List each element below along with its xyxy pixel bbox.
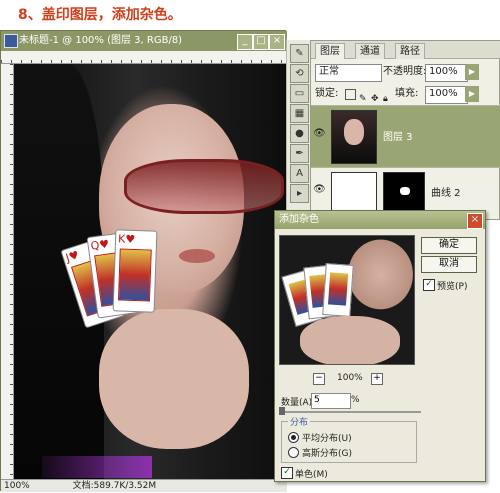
dialog-title-bar[interactable]: 添加杂色 × — [275, 211, 485, 229]
uniform-label: 平均分布(U) — [302, 434, 352, 444]
layer-name: 图层 3 — [383, 132, 413, 143]
purple-overlay — [42, 456, 152, 478]
tab-channels[interactable]: 通道 — [355, 43, 385, 59]
ok-button[interactable]: 确定 — [421, 237, 477, 254]
opacity-label: 不透明度: — [383, 66, 427, 77]
document-size: 文档:589.7K/3.52M — [72, 481, 157, 491]
pen-icon[interactable]: ✒ — [290, 144, 309, 163]
add-noise-dialog: 添加杂色 × 确定 取消 ✓ 预览(P) − 100% + 数量(A): 5 %… — [274, 210, 486, 482]
hand — [300, 316, 400, 364]
tab-paths[interactable]: 路径 — [395, 43, 425, 59]
zoom-in-icon[interactable]: + — [371, 373, 383, 385]
photoshop-app-icon — [4, 34, 18, 48]
image-canvas[interactable]: J♥ Q♥ K♥ — [14, 64, 286, 479]
cancel-button[interactable]: 取消 — [421, 256, 477, 273]
eraser-icon[interactable]: ▭ — [290, 84, 309, 103]
amount-slider-track[interactable] — [281, 411, 421, 413]
zoom-value: 100% — [337, 373, 363, 383]
blend-mode-select[interactable]: 正常 — [315, 64, 382, 82]
filter-preview[interactable] — [279, 235, 415, 365]
tab-layers[interactable]: 图层 — [315, 43, 345, 59]
opacity-input[interactable]: 100% — [425, 64, 468, 82]
playing-card — [322, 263, 354, 317]
monochromatic-checkbox[interactable]: ✓ — [281, 467, 293, 479]
uniform-radio[interactable] — [288, 432, 299, 443]
opacity-arrow-icon[interactable]: ▶ — [465, 64, 479, 80]
fill-label: 填充: — [395, 88, 419, 99]
amount-unit: % — [351, 395, 360, 405]
type-icon[interactable]: A — [290, 164, 309, 183]
maximize-icon[interactable]: □ — [253, 34, 269, 50]
layer-name: 曲线 2 — [431, 188, 461, 199]
zoom-readout[interactable]: 100% — [4, 481, 30, 491]
layer-mask-thumbnail — [383, 172, 425, 214]
panel-tabs: 图层 通道 路径 — [311, 41, 500, 59]
path-select-icon[interactable]: ▸ — [290, 184, 309, 203]
dialog-title: 添加杂色 — [279, 214, 319, 225]
close-icon[interactable]: × — [269, 34, 285, 50]
distribution-label: 分布 — [288, 415, 311, 428]
preview-checkbox[interactable]: ✓ — [423, 279, 435, 291]
layer-row[interactable]: 👁︎ 图层 3 — [311, 105, 500, 167]
distribution-group: 分布 平均分布(U) 高斯分布(G) — [281, 415, 417, 463]
dodge-icon[interactable]: ● — [290, 124, 309, 143]
minimize-icon[interactable]: _ — [237, 34, 253, 50]
vertical-ruler — [1, 64, 14, 479]
brush-icon[interactable]: ✎ — [290, 44, 309, 63]
monochromatic-label: 单色(M) — [295, 470, 328, 480]
gradient-icon[interactable]: ▦ — [290, 104, 309, 123]
document-window: 未标题-1 @ 100% (图层 3, RGB/8) _ □ × J♥ Q♥ K… — [0, 30, 287, 492]
gaussian-label: 高斯分布(G) — [302, 449, 352, 459]
status-bar: 100% 文档:589.7K/3.52M — [1, 479, 287, 492]
amount-input[interactable]: 5 — [311, 393, 351, 409]
eye-icon[interactable]: 👁︎ — [313, 184, 327, 198]
gaussian-radio[interactable] — [288, 447, 299, 458]
fill-arrow-icon[interactable]: ▶ — [465, 86, 479, 102]
layers-panel: 图层 通道 路径 正常 不透明度: 100% ▶ 锁定: ✎ ✥ 🔒︎ 填充: … — [310, 40, 500, 220]
curves-adjustment-icon — [331, 172, 377, 214]
close-icon[interactable]: × — [467, 213, 483, 229]
lock-row: 锁定: ✎ ✥ 🔒︎ 填充: 100% ▶ — [311, 83, 500, 105]
horizontal-ruler — [1, 51, 287, 64]
lock-label: 锁定: — [315, 88, 339, 99]
lips — [179, 249, 215, 263]
preview-label: 预览(P) — [437, 282, 468, 292]
hand — [99, 309, 249, 449]
zoom-out-icon[interactable]: − — [313, 373, 325, 385]
blend-row: 正常 不透明度: 100% ▶ — [311, 61, 500, 83]
amount-slider-thumb[interactable] — [279, 407, 285, 415]
lock-transparency-icon[interactable] — [345, 89, 356, 100]
step-caption: 8、盖印图层，添加杂色。 — [18, 7, 182, 23]
document-title: 未标题-1 @ 100% (图层 3, RGB/8) — [19, 35, 183, 46]
document-title-bar[interactable]: 未标题-1 @ 100% (图层 3, RGB/8) _ □ × — [1, 31, 287, 51]
layer-thumbnail — [331, 110, 377, 164]
fill-input[interactable]: 100% — [425, 86, 468, 104]
sunglasses — [124, 159, 284, 214]
playing-card: K♥ — [112, 229, 158, 313]
history-brush-icon[interactable]: ⟲ — [290, 64, 309, 83]
eye-icon[interactable]: 👁︎ — [313, 128, 327, 142]
